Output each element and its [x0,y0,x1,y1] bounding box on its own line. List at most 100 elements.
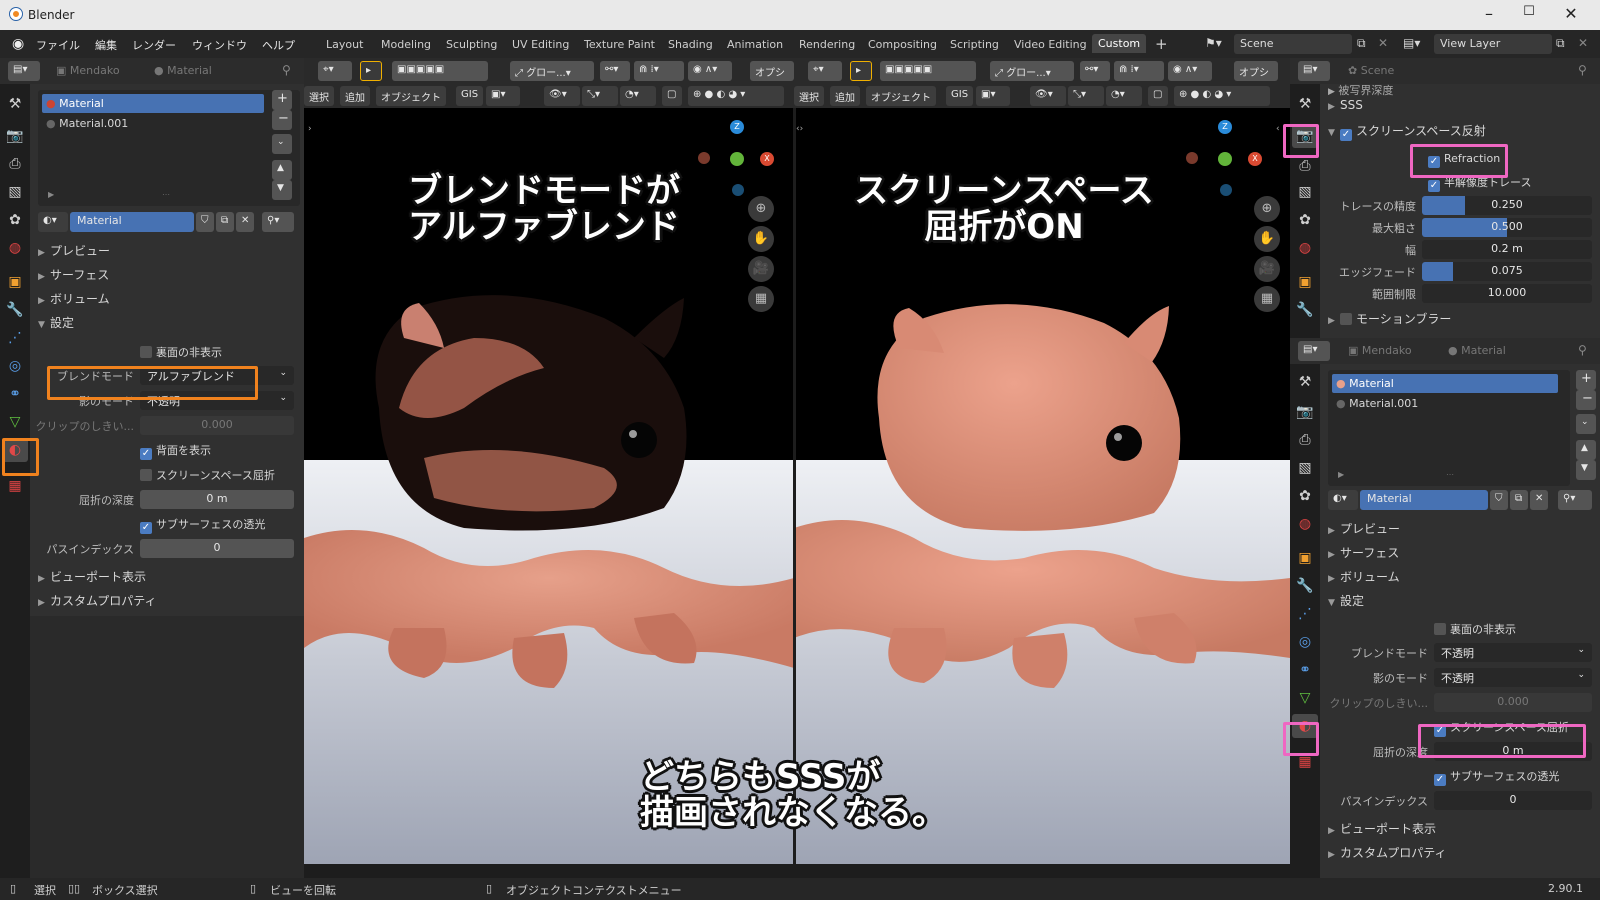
list-item[interactable]: ● Material [1332,374,1558,393]
duplicate-icon[interactable]: ⧉ [1510,490,1528,510]
toolbar-expand-icon[interactable]: ‹› [796,124,803,134]
section-viewport-display[interactable]: ▶ ビューポート表示 [1328,820,1436,842]
transform-orientation-select[interactable]: ⤢ グロー...▾ [510,61,594,81]
list-item[interactable]: ● Material.001 [1332,394,1558,413]
fake-user-icon[interactable]: ⛉ [196,212,214,232]
blend-mode-select[interactable]: 不透明 ⌄ [1434,643,1592,662]
add-slot-button[interactable]: + [1576,370,1596,390]
scene-tab-icon[interactable]: ✿ [1292,208,1318,232]
select-tool-icon[interactable]: ▸ [360,61,382,81]
ss-refraction-checkbox[interactable]: スクリーンスペース屈折 [140,467,275,483]
options-button[interactable]: オプシ [1234,61,1278,81]
new-scene-icon[interactable]: ⧉ [1357,36,1366,51]
new-view-layer-icon[interactable]: ⧉ [1556,36,1565,51]
minimize-button[interactable]: – [1474,4,1504,26]
duplicate-icon[interactable]: ⧉ [216,212,234,232]
ortho-grid-icon[interactable]: ▦ [1254,286,1280,312]
left-viewport[interactable]: ブレンドモードが アルファブレンド Z X ⊕ ✋ 🎥 ▦ [304,108,794,864]
tab-animation[interactable]: Animation [727,38,783,51]
menu-edit[interactable]: 編集 [95,37,117,53]
overlay-toggle-icon[interactable]: ◔▾ [620,86,656,106]
scene-selector-icon[interactable]: ⚑▾ [1205,36,1222,50]
section-surface[interactable]: ▶ サーフェス [38,266,109,288]
section-viewport-display[interactable]: ▶ ビューポート表示 [38,568,146,590]
view-layer-tab-icon[interactable]: ▧ [2,180,28,204]
sss-translucency-checkbox[interactable]: ✓ サブサーフェスの透光 [1434,768,1559,786]
sss-translucency-checkbox[interactable]: ✓ サブサーフェスの透光 [140,516,265,534]
menu-window[interactable]: ウィンドウ [192,37,247,53]
tab-layout[interactable]: Layout [326,38,363,51]
delete-scene-icon[interactable]: ✕ [1378,36,1388,50]
tab-uv-editing[interactable]: UV Editing [512,38,569,51]
pin-icon[interactable]: ⚲ [282,63,291,77]
view-layer-tab-icon[interactable]: ▧ [1292,180,1318,204]
menu-render[interactable]: レンダー [132,37,176,53]
list-item[interactable]: ● Material.001 [42,114,264,133]
constraints-tab-icon[interactable]: ⚭ [1292,658,1318,682]
data-tab-icon[interactable]: ▽ [1292,686,1318,710]
browse-material-icon[interactable]: ◐▾ [1328,490,1358,510]
object-tab-icon[interactable]: ▣ [1292,270,1318,294]
viewport-gis-menu[interactable]: GIS [456,86,484,106]
section-ssr[interactable]: ▼ ✓ スクリーンスペース反射 [1328,122,1486,144]
tab-modeling[interactable]: Modeling [381,38,431,51]
section-preview[interactable]: ▶ プレビュー [1328,520,1400,542]
viewport-add-menu[interactable]: 追加 [830,86,860,106]
viewport-gis-menu[interactable]: GIS [946,86,974,106]
visibility-icon[interactable]: 👁▾ [544,86,580,106]
scene-name-field[interactable]: Scene [1234,34,1352,54]
pivot-icon[interactable]: ⚯▾ [1080,61,1110,81]
tab-texture-paint[interactable]: Texture Paint [584,38,655,51]
select-tool-icon[interactable]: ▸ [850,61,872,81]
pass-index-field[interactable]: 0 [140,539,294,558]
modifier-tab-icon[interactable]: 🔧 [1292,574,1318,598]
object-tab-icon[interactable]: ▣ [2,270,28,294]
visibility-icon[interactable]: 👁▾ [1030,86,1066,106]
overlay-toggle-icon[interactable]: ◔▾ [1106,86,1142,106]
move-down-button[interactable]: ▼ [1576,460,1596,480]
refraction-depth-field[interactable]: 0 m [140,490,294,509]
gizmo-x-axis[interactable]: X [760,152,774,166]
gizmo-neg-x[interactable] [1186,152,1198,164]
pass-index-field[interactable]: 0 [1434,791,1592,810]
gizmo-neg-z[interactable] [1220,184,1232,196]
gizmo-toggle-icon[interactable]: ⤡▾ [582,86,618,106]
modifier-tab-icon[interactable]: 🔧 [1292,298,1318,322]
select-mode-icons[interactable]: ▣▣▣▣▣ [880,61,976,81]
gizmo-toggle-icon[interactable]: ⤡▾ [1068,86,1104,106]
maximize-button[interactable]: ☐ [1514,4,1544,26]
tab-rendering[interactable]: Rendering [799,38,855,51]
pin-icon[interactable]: ⚲ [1578,63,1587,77]
browse-material-icon[interactable]: ◐▾ [38,212,68,232]
view-layer-icon[interactable]: ▤▾ [1403,36,1420,50]
list-item[interactable]: ● Material [42,94,264,113]
particles-tab-icon[interactable]: ⋰ [2,326,28,350]
transform-orientation-select[interactable]: ⤢ グロー...▾ [990,61,1074,81]
show-backface-checkbox[interactable]: ✓ 背面を表示 [140,442,211,460]
scene-tab-icon[interactable]: ✿ [2,208,28,232]
zoom-icon[interactable]: ⊕ [1254,196,1280,222]
pan-hand-icon[interactable]: ✋ [1254,226,1280,252]
gizmo-y-axis[interactable] [730,152,744,166]
unlink-icon[interactable]: ✕ [236,212,254,232]
clip-threshold-field[interactable]: 0.000 [140,416,294,435]
scene-tab-icon[interactable]: ✿ [1292,484,1318,508]
add-slot-button[interactable]: + [272,90,292,110]
gizmo-neg-x[interactable] [698,152,710,164]
move-up-button[interactable]: ▲ [272,160,292,180]
move-down-button[interactable]: ▼ [272,180,292,200]
fake-user-icon[interactable]: ⛉ [1490,490,1508,510]
section-settings[interactable]: ▼ 設定 [38,314,74,336]
pan-hand-icon[interactable]: ✋ [748,226,774,252]
xray-icon[interactable]: ▢ [662,86,682,106]
output-tab-icon[interactable]: ⎙ [1292,428,1318,452]
camera-view-icon[interactable]: 🎥 [1254,256,1280,282]
remove-slot-button[interactable]: − [272,110,292,130]
section-sss[interactable]: ▶ SSS [1328,98,1363,120]
tab-custom[interactable]: Custom [1092,34,1147,53]
modifier-tab-icon[interactable]: 🔧 [2,298,28,322]
section-preview[interactable]: ▶ プレビュー [38,242,110,264]
resize-handle[interactable]: ⋯ [162,190,170,199]
gizmo-neg-z[interactable] [732,184,744,196]
section-surface[interactable]: ▶ サーフェス [1328,544,1399,566]
